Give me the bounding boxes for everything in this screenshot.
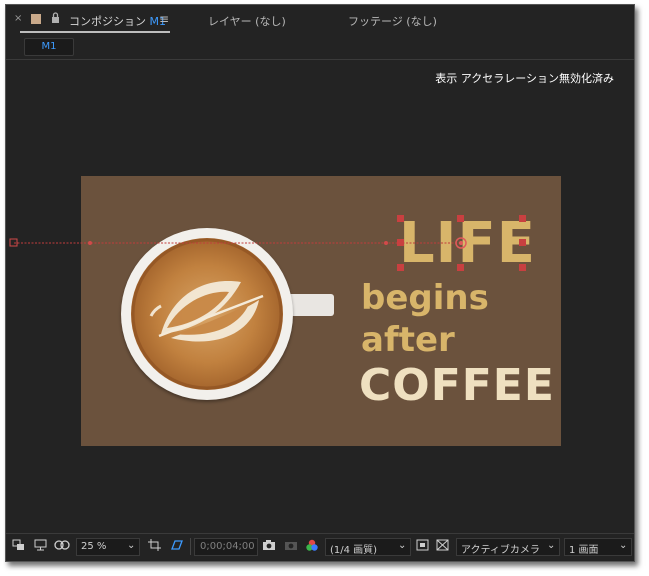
text-after[interactable]: after xyxy=(361,320,455,360)
close-panel-icon[interactable]: × xyxy=(14,13,22,24)
resolution-value: (1/4 画質) xyxy=(330,545,378,556)
composition-canvas[interactable]: LIFE begins after COFFEE xyxy=(81,176,561,446)
current-time-value: 0;00;04;00 xyxy=(200,541,255,552)
tab-footage[interactable]: フッテージ (なし) xyxy=(348,13,437,29)
chevron-down-icon: ⌄ xyxy=(398,540,407,551)
zoom-select[interactable]: 25 % ⌄ xyxy=(76,538,140,556)
motion-start-keyframe xyxy=(9,238,18,247)
always-preview-icon[interactable] xyxy=(12,539,25,554)
region-of-interest-icon[interactable] xyxy=(148,539,162,554)
text-begins[interactable]: begins xyxy=(361,278,489,318)
chevron-down-icon: ⌄ xyxy=(127,540,136,551)
text-life[interactable]: LIFE xyxy=(399,216,536,272)
active-camera-value: アクティブカメラ xyxy=(461,545,540,556)
tab-layer[interactable]: レイヤー (なし) xyxy=(208,13,286,29)
panel-tab-bar: × コンポジション M1 ≡ レイヤー (なし) フッテージ (なし) xyxy=(6,5,634,35)
latte-leaf-pattern xyxy=(131,238,283,390)
text-coffee[interactable]: COFFEE xyxy=(359,362,555,410)
monitor-icon[interactable] xyxy=(34,539,47,554)
active-camera-select[interactable]: アクティブカメラ ⌄ xyxy=(456,538,560,556)
tab-composition[interactable]: コンポジション M1 xyxy=(69,13,166,29)
panel-menu-icon[interactable]: ≡ xyxy=(159,12,169,26)
fast-previews-icon[interactable] xyxy=(416,539,429,554)
cup-handle xyxy=(286,294,334,316)
lock-icon[interactable] xyxy=(51,12,60,26)
chevron-down-icon: ⌄ xyxy=(619,540,628,551)
view-layout-select[interactable]: 1 画面 ⌄ xyxy=(564,538,632,556)
show-snapshot-icon[interactable] xyxy=(284,539,298,554)
composition-panel: × コンポジション M1 ≡ レイヤー (なし) フッテージ (なし) M1 表… xyxy=(5,4,635,562)
display-acceleration-notice: 表示 アクセラレーション無効化済み xyxy=(435,72,614,85)
chevron-down-icon: ⌄ xyxy=(547,540,556,551)
coffee-cup xyxy=(121,228,293,400)
composition-navigator-m1[interactable]: M1 xyxy=(24,38,74,56)
zoom-value: 25 % xyxy=(81,541,107,552)
view-layout-value: 1 画面 xyxy=(569,545,599,556)
toolbar-separator xyxy=(190,538,191,555)
transparency-grid-icon[interactable] xyxy=(170,539,184,554)
viewer-toolbar: 25 % ⌄ 0;00;04;00 (1/4 画質) ⌄ アクティブカメラ ⌄ … xyxy=(6,533,634,560)
resolution-select[interactable]: (1/4 画質) ⌄ xyxy=(325,538,411,556)
composition-viewer[interactable]: 表示 アクセラレーション無効化済み LIFE begins after COFF… xyxy=(6,60,634,530)
active-tab-underline xyxy=(20,31,170,33)
color-channels-icon[interactable] xyxy=(305,539,319,555)
latte-art xyxy=(131,238,283,390)
label-color-swatch[interactable] xyxy=(31,14,41,24)
camera-icon[interactable] xyxy=(262,539,276,554)
mask-visibility-icon[interactable] xyxy=(54,539,70,554)
transparency-grid-toggle-icon[interactable] xyxy=(436,539,449,554)
tab-composition-label: コンポジション xyxy=(69,15,146,28)
current-time-display[interactable]: 0;00;04;00 xyxy=(194,538,258,556)
